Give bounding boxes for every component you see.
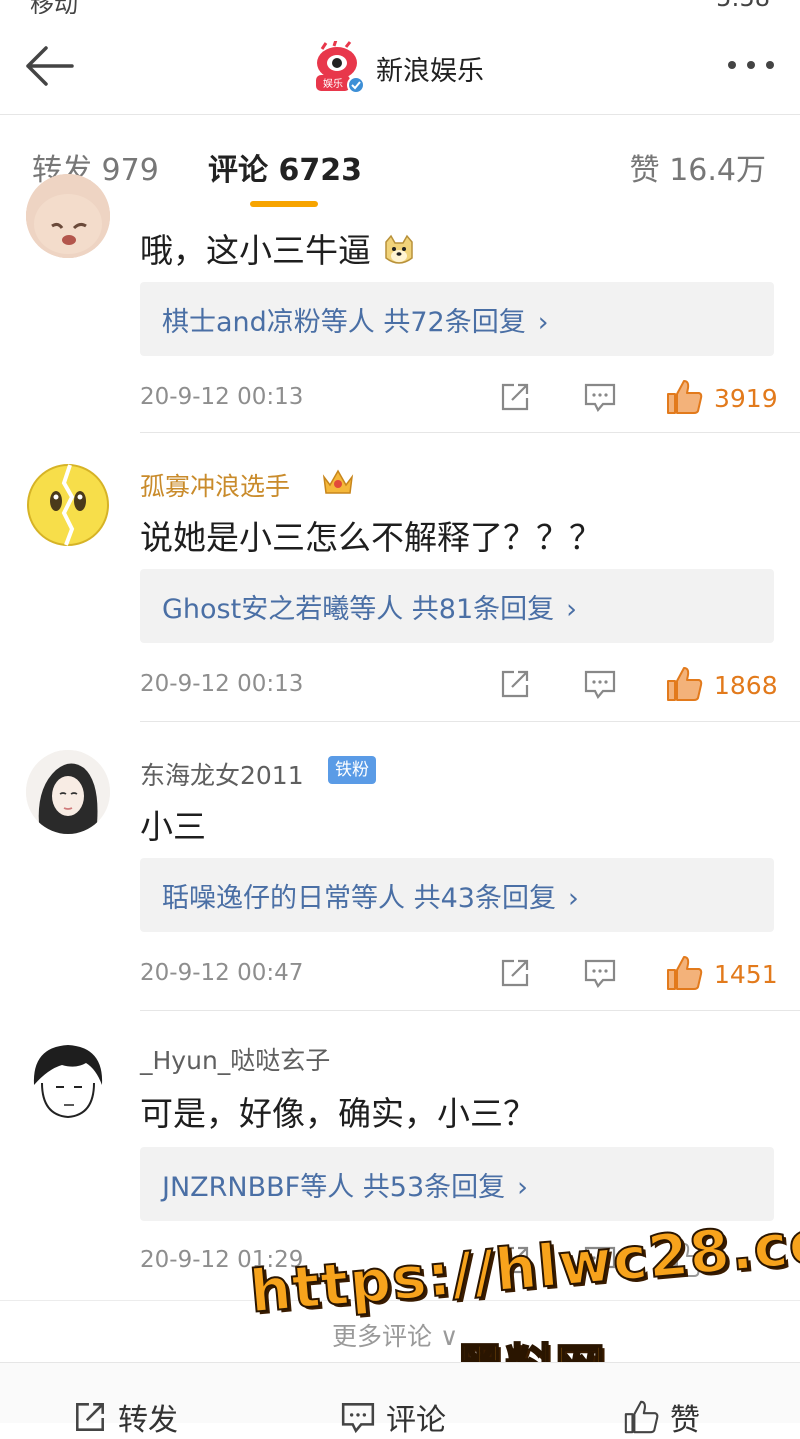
like-label: 赞 xyxy=(670,1403,700,1438)
like-count: 1451 xyxy=(714,960,778,989)
replies-summary[interactable]: Ghost安之若曦等人 共81条回复 › xyxy=(140,569,774,643)
account-name: 新浪娱乐 xyxy=(376,55,484,87)
comment-item: 孤寡冲浪选手 说她是小三怎么不解释了？？？ Ghost安之若曦等人 共81条回复… xyxy=(0,433,800,722)
chevron-right-icon: › xyxy=(567,883,579,914)
more-comments-row: 更多评论 ∨ xyxy=(0,1300,800,1363)
sina-eye-logo-icon: 娱乐 xyxy=(316,39,365,94)
replies-summary-text: 棋士and凉粉等人 共72条回复 › xyxy=(162,307,549,338)
repost-icon xyxy=(76,1403,104,1431)
repost-label: 转发 xyxy=(118,1403,178,1438)
comment-username[interactable]: _Hyun_哒哒玄子 xyxy=(140,1041,330,1077)
avatar[interactable] xyxy=(26,174,110,258)
comment-username[interactable]: 东海龙女2011 xyxy=(140,756,304,792)
chevron-right-icon: › xyxy=(517,1172,528,1203)
like-count: 1868 xyxy=(714,671,778,700)
avatar[interactable] xyxy=(26,463,110,547)
iron-fan-badge: 铁粉 xyxy=(328,756,376,784)
sketch-boy-avatar-icon xyxy=(26,1039,110,1123)
comment-item: 哦，这小三牛逼 棋士and凉粉等人 共72条回复 › 20-9-12 00:13 … xyxy=(0,174,800,433)
comment-text: 说她是小三怎么不解释了？？？ xyxy=(140,518,602,557)
like-thumb-icon[interactable] xyxy=(664,665,704,703)
account-title[interactable]: 娱乐 新浪娱乐 xyxy=(312,39,484,96)
status-bar: 移动 5:58 xyxy=(0,0,800,14)
comment-text: 小三 xyxy=(140,807,206,846)
comment-timestamp: 20-9-12 00:13 xyxy=(140,384,304,410)
comment-text: 可是，好像，确实，小三？ xyxy=(140,1094,536,1133)
svg-text:娱乐: 娱乐 xyxy=(323,77,343,90)
back-arrow-icon[interactable] xyxy=(20,36,80,96)
comment-timestamp: 20-9-12 01:29 xyxy=(140,1247,304,1273)
avatar[interactable] xyxy=(26,1039,110,1123)
chevron-right-icon: › xyxy=(566,594,577,625)
replies-summary-text: Ghost安之若曦等人 共81条回复 › xyxy=(162,594,577,625)
reply-comment-icon[interactable] xyxy=(583,667,617,701)
tab-likes[interactable]: 赞 16.4万 xyxy=(630,145,766,189)
replies-summary[interactable]: 棋士and凉粉等人 共72条回复 › xyxy=(140,282,774,356)
share-comment-icon[interactable] xyxy=(498,667,532,701)
comment-label: 评论 xyxy=(386,1403,446,1438)
like-button[interactable]: 赞 xyxy=(622,1395,700,1439)
comment-button[interactable]: 评论 xyxy=(340,1395,800,1439)
share-comment-icon[interactable] xyxy=(498,956,532,990)
more-comments-link[interactable]: 更多评论 ∨ xyxy=(332,1317,458,1353)
share-comment-icon[interactable] xyxy=(498,1243,532,1277)
like-icon xyxy=(624,1400,659,1434)
status-carrier: 移动 xyxy=(30,0,78,14)
reply-comment-icon[interactable] xyxy=(583,380,617,414)
top-navigation-bar: 娱乐 新浪娱乐 xyxy=(0,14,800,115)
replies-summary-text: 聒噪逸仔的日常等人 共43条回复 › xyxy=(162,883,579,914)
more-options-icon[interactable] xyxy=(724,50,778,80)
avatar[interactable] xyxy=(26,750,110,834)
crown-icon xyxy=(322,469,354,494)
baby-face-avatar-icon xyxy=(26,174,110,258)
tab-bar: 转发 979 评论 6723 赞 16.4万 xyxy=(0,115,800,211)
status-time: 5:58 xyxy=(716,0,770,12)
like-count: 3919 xyxy=(714,384,778,413)
chevron-right-icon: › xyxy=(537,307,549,338)
comment-icon xyxy=(341,1403,375,1434)
like-thumb-icon[interactable] xyxy=(664,1241,704,1279)
like-thumb-icon[interactable] xyxy=(664,954,704,992)
repost-button[interactable]: 转发 xyxy=(72,1395,178,1439)
comment-item: _Hyun_哒哒玄子 可是，好像，确实，小三？ JNZRNBBF等人 共53条回… xyxy=(0,1011,800,1299)
active-tab-indicator xyxy=(250,201,318,207)
replies-summary[interactable]: 聒噪逸仔的日常等人 共43条回复 › xyxy=(140,858,774,932)
comment-item: 东海龙女2011 铁粉 小三 聒噪逸仔的日常等人 共43条回复 › 20-9-12… xyxy=(0,722,800,1011)
sina-ent-logo: 娱乐 xyxy=(312,39,366,95)
anime-girl-avatar-icon xyxy=(26,750,110,834)
comment-timestamp: 20-9-12 00:47 xyxy=(140,960,304,986)
share-comment-icon[interactable] xyxy=(498,380,532,414)
replies-summary-text: JNZRNBBF等人 共53条回复 › xyxy=(162,1172,528,1203)
bottom-action-bar: 转发 评论 赞 xyxy=(0,1362,800,1438)
comment-username[interactable]: 孤寡冲浪选手 xyxy=(140,467,290,503)
broken-heart-face-avatar-icon xyxy=(27,464,109,546)
replies-summary[interactable]: JNZRNBBF等人 共53条回复 › xyxy=(140,1147,774,1221)
reply-comment-icon[interactable] xyxy=(583,1243,617,1277)
reply-comment-icon[interactable] xyxy=(583,956,617,990)
like-thumb-icon[interactable] xyxy=(664,378,704,416)
comment-text: 哦，这小三牛逼 xyxy=(140,224,416,272)
doge-emoji-icon xyxy=(384,234,413,264)
comment-timestamp: 20-9-12 00:13 xyxy=(140,671,304,697)
